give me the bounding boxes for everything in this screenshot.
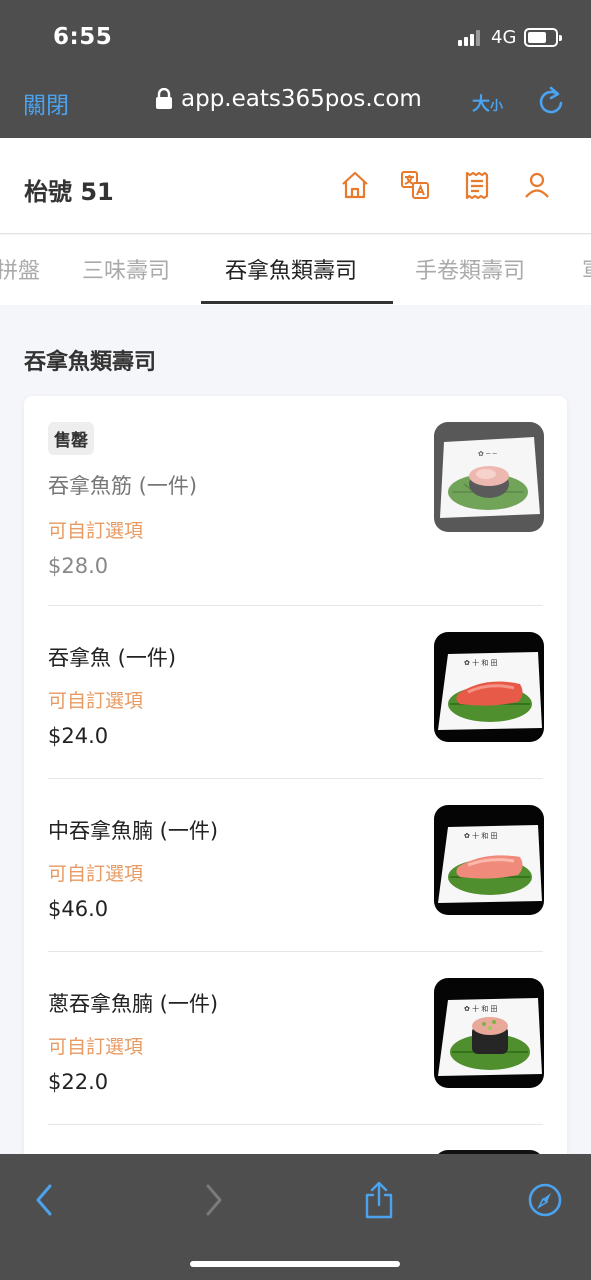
translate-icon[interactable]	[400, 170, 430, 200]
reload-icon[interactable]	[537, 86, 565, 116]
svg-text:✿ 十 和 田: ✿ 十 和 田	[464, 1004, 498, 1013]
item-option-label: 可自訂選項	[48, 690, 144, 712]
item-name: 吞拿魚筋 (一件)	[48, 474, 198, 498]
text-size-small: 小	[490, 99, 504, 114]
item-option-label: 可自訂選項	[48, 863, 144, 885]
text-size-button[interactable]: 大小	[472, 90, 503, 116]
url-field[interactable]: app.eats365pos.com	[155, 86, 422, 112]
item-image: ✿ 十 和 田	[434, 978, 544, 1088]
close-button[interactable]: 關閉	[23, 86, 69, 120]
tab-tuna-sushi[interactable]: 吞拿魚類壽司	[225, 253, 357, 285]
active-tab-indicator	[201, 301, 393, 304]
app-header: 枱號 51	[0, 138, 591, 234]
svg-text:✿ 十 和 田: ✿ 十 和 田	[464, 658, 498, 667]
item-name: 吞拿魚 (一件)	[48, 646, 177, 670]
status-bar: 6:55 4G	[0, 0, 591, 70]
svg-text:✿ ─ ─: ✿ ─ ─	[478, 450, 498, 458]
section-title: 吞拿魚類壽司	[24, 350, 157, 375]
item-price: $46.0	[48, 897, 109, 921]
tab-sanmi-sushi[interactable]: 三味壽司	[82, 253, 170, 285]
item-option-label: 可自訂選項	[48, 1036, 144, 1058]
battery-icon	[524, 28, 562, 47]
share-icon[interactable]	[362, 1180, 396, 1220]
tab-handroll-sushi[interactable]: 手卷類壽司	[415, 253, 525, 285]
sold-out-badge: 售罄	[48, 422, 94, 455]
browser-bar: 關閉 app.eats365pos.com 大小	[0, 70, 591, 138]
item-image: ✿ ─ ─	[434, 422, 544, 532]
receipt-icon[interactable]	[462, 170, 492, 200]
divider	[48, 1124, 543, 1125]
menu-item[interactable]: 售罄 吞拿魚筋 (一件) 可自訂選項 $28.0 ✿ ─ ─	[48, 396, 544, 605]
menu-item-list: 售罄 吞拿魚筋 (一件) 可自訂選項 $28.0 ✿ ─ ─ 吞拿魚 (一件) …	[24, 396, 567, 1176]
item-name: 蔥吞拿魚腩 (一件)	[48, 992, 219, 1016]
category-tabs: 拼盤 三味壽司 吞拿魚類壽司 手卷類壽司 軍	[0, 235, 591, 305]
item-option-label: 可自訂選項	[48, 520, 144, 542]
forward-icon[interactable]	[196, 1180, 230, 1220]
item-image: ✿ 十 和 田	[434, 632, 544, 742]
status-time: 6:55	[53, 24, 113, 50]
item-image: ✿ 十 和 田	[434, 805, 544, 915]
menu-item[interactable]: 吞拿魚 (一件) 可自訂選項 $24.0 ✿ 十 和 田	[48, 606, 544, 778]
svg-text:✿ 十 和 田: ✿ 十 和 田	[464, 831, 498, 840]
signal-icon	[458, 30, 484, 46]
network-label: 4G	[491, 27, 517, 48]
item-name: 中吞拿魚腩 (一件)	[48, 819, 219, 843]
item-price: $22.0	[48, 1070, 109, 1094]
item-price: $24.0	[48, 724, 109, 748]
text-size-big: 大	[472, 94, 490, 115]
item-price: $28.0	[48, 554, 109, 578]
user-icon[interactable]	[522, 170, 552, 200]
menu-item[interactable]: 蔥吞拿魚腩 (一件) 可自訂選項 $22.0 ✿ 十 和 田	[48, 952, 544, 1124]
tab-platter[interactable]: 拼盤	[0, 253, 40, 285]
page-title: 枱號 51	[24, 178, 114, 206]
back-icon[interactable]	[28, 1180, 62, 1220]
compass-icon[interactable]	[528, 1180, 562, 1220]
menu-item[interactable]: 中吞拿魚腩 (一件) 可自訂選項 $46.0 ✿ 十 和 田	[48, 779, 544, 951]
home-icon[interactable]	[340, 170, 370, 200]
url-text: app.eats365pos.com	[181, 86, 422, 112]
tab-gunkan-sushi[interactable]: 軍	[582, 253, 591, 285]
home-indicator	[190, 1261, 400, 1267]
lock-icon	[155, 88, 173, 110]
